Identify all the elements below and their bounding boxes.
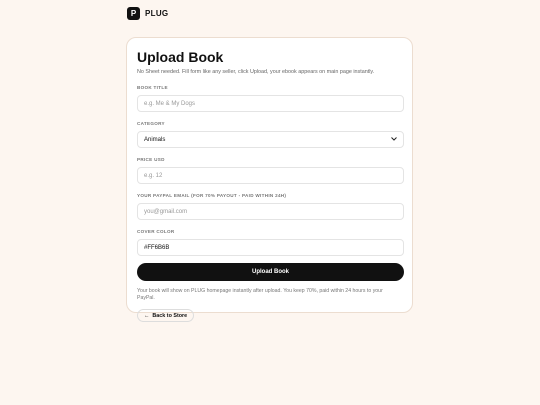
book-title-input[interactable]: e.g. Me & My Dogs	[137, 95, 404, 112]
brand-name: PLUG	[145, 9, 169, 18]
paypal-email-field-group: Your PayPal email (for 70% payout - paid…	[137, 193, 404, 220]
upload-book-button[interactable]: Upload Book	[137, 263, 404, 281]
arrow-left-icon: ←	[144, 312, 150, 319]
paypal-email-label: Your PayPal email (for 70% payout - paid…	[137, 193, 287, 198]
cover-color-input[interactable]: #FF6B6B	[137, 239, 404, 256]
book-title-placeholder: e.g. Me & My Dogs	[144, 100, 196, 107]
brand[interactable]: P PLUG	[127, 7, 168, 20]
category-label: Category	[137, 121, 165, 126]
price-label: Price USD	[137, 157, 165, 162]
category-select[interactable]: Animals	[137, 131, 404, 148]
paypal-email-input[interactable]: you@gmail.com	[137, 203, 404, 220]
back-to-store-button[interactable]: ← Back to Store	[137, 309, 195, 322]
price-input[interactable]: e.g. 12	[137, 167, 404, 184]
brand-logo: P	[127, 7, 140, 20]
cover-color-value: #FF6B6B	[144, 244, 170, 251]
category-selected-value: Animals	[144, 136, 166, 143]
cover-color-field-group: Cover color #FF6B6B	[137, 229, 404, 256]
page-subtitle: No Sheet needed. Fill form like any sell…	[137, 69, 375, 75]
book-title-label: Book title	[137, 85, 168, 90]
cover-color-label: Cover color	[137, 229, 175, 234]
upload-form-card: Upload Book No Sheet needed. Fill form l…	[126, 37, 413, 322]
price-placeholder: e.g. 12	[144, 172, 163, 179]
paypal-email-placeholder: you@gmail.com	[144, 208, 188, 215]
back-to-store-label: Back to Store	[152, 312, 188, 319]
category-field-group: Category Animals	[137, 121, 404, 148]
book-title-field-group: Book title e.g. Me & My Dogs	[137, 85, 404, 112]
upload-note: Your book will show on PLUG homepage ins…	[137, 288, 383, 301]
price-field-group: Price USD e.g. 12	[137, 157, 404, 184]
page-title: Upload Book	[137, 49, 224, 65]
chevron-down-icon	[391, 136, 397, 143]
